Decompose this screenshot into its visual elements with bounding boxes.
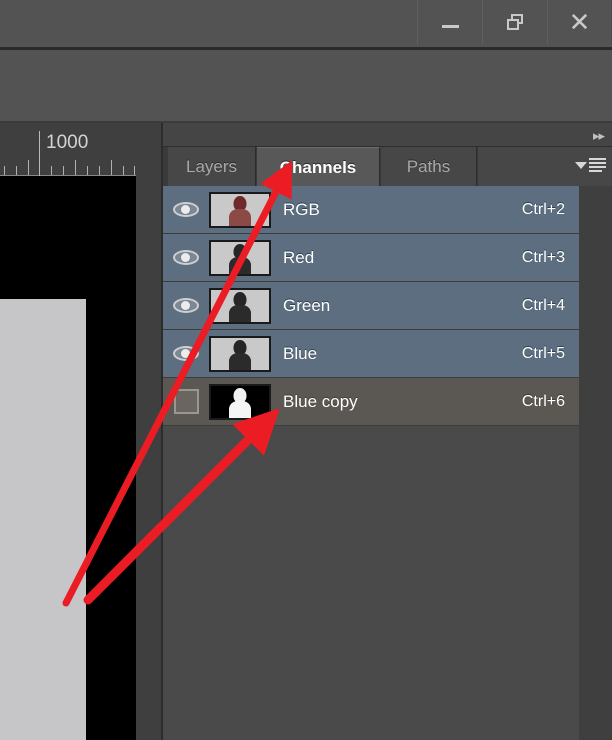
channel-shortcut: Ctrl+2 — [521, 200, 565, 218]
ruler-tick — [99, 166, 100, 175]
table-row[interactable]: Blue copy Ctrl+6 — [163, 378, 579, 426]
tab-layers[interactable]: Layers — [168, 147, 256, 187]
ruler-tick — [87, 166, 88, 175]
ruler-tick — [51, 166, 52, 175]
document-page[interactable] — [0, 299, 86, 740]
channel-visibility-toggle[interactable] — [163, 389, 209, 414]
eye-icon — [173, 298, 199, 313]
dock-top-bar: ▸▸ — [163, 123, 612, 146]
ruler-tick — [111, 160, 112, 175]
channel-name: Green — [283, 295, 331, 315]
panel-tab-strip: Layers Channels Paths — [163, 146, 612, 187]
eye-icon — [173, 202, 199, 217]
channel-visibility-toggle[interactable] — [163, 298, 209, 313]
eye-icon — [173, 346, 199, 361]
ruler-tick — [123, 166, 124, 175]
ruler-tick — [28, 160, 29, 175]
options-bar: Essentials — [0, 50, 612, 159]
ruler-major-tick — [39, 131, 40, 176]
dock-right-rail — [579, 186, 612, 740]
channel-shortcut: Ctrl+4 — [521, 296, 565, 314]
ruler-tick — [63, 166, 64, 175]
tab-paths[interactable]: Paths — [381, 147, 477, 187]
minimize-button[interactable] — [417, 0, 482, 44]
close-icon: ✕ — [568, 7, 591, 37]
ruler-label: 1000 — [46, 132, 89, 153]
channel-shortcut: Ctrl+5 — [521, 344, 565, 362]
tab-paths-label: Paths — [406, 157, 451, 176]
tab-channels[interactable]: Channels — [257, 147, 380, 187]
close-button[interactable]: ✕ — [547, 0, 612, 44]
document-gutter — [136, 123, 161, 740]
channel-thumbnail[interactable] — [209, 287, 271, 324]
document-area: 1000 — [0, 123, 163, 740]
channel-visibility-toggle[interactable] — [163, 346, 209, 361]
empty-visibility-icon — [173, 389, 199, 414]
channel-list-empty-area[interactable] — [163, 431, 579, 740]
channel-name: Red — [283, 247, 315, 267]
channel-thumbnail[interactable] — [209, 191, 271, 228]
restore-icon — [506, 14, 524, 30]
panel-dock: ▸▸ Layers Channels Paths RGB Ctrl+2 Red … — [163, 123, 612, 740]
panel-menu-icon[interactable] — [575, 158, 606, 172]
ruler-tick — [4, 166, 5, 175]
canvas-viewport[interactable] — [0, 176, 136, 740]
channel-visibility-toggle[interactable] — [163, 202, 209, 217]
channel-thumbnail[interactable] — [209, 239, 271, 276]
title-bar: ✕ — [0, 0, 612, 48]
restore-button[interactable] — [482, 0, 547, 44]
ruler-tick — [134, 166, 135, 175]
channel-name: Blue — [283, 343, 318, 363]
channels-panel-list: RGB Ctrl+2 Red Ctrl+3 Green Ctrl+4 Blue … — [163, 186, 612, 740]
table-row[interactable]: Blue Ctrl+5 — [163, 330, 579, 378]
ruler-tick — [16, 166, 17, 175]
eye-icon — [173, 250, 199, 265]
channel-thumbnail[interactable] — [209, 335, 271, 372]
horizontal-ruler[interactable]: 1000 — [0, 123, 140, 176]
channel-shortcut: Ctrl+3 — [521, 248, 565, 266]
table-row[interactable]: RGB Ctrl+2 — [163, 186, 579, 234]
window-controls: ✕ — [417, 0, 612, 44]
channel-thumbnail[interactable] — [209, 383, 271, 420]
channel-name: Blue copy — [283, 391, 358, 411]
tab-channels-label: Channels — [279, 157, 357, 177]
double-chevron-right-icon[interactable]: ▸▸ — [593, 129, 605, 142]
ruler-tick — [75, 160, 76, 175]
photoshop-window: ✕ Essentials 1000 — [0, 0, 612, 740]
channel-shortcut: Ctrl+6 — [521, 392, 565, 410]
table-row[interactable]: Red Ctrl+3 — [163, 234, 579, 282]
tab-layers-label: Layers — [185, 157, 238, 176]
minimize-icon — [441, 24, 459, 28]
channel-visibility-toggle[interactable] — [163, 250, 209, 265]
channel-name: RGB — [283, 199, 320, 219]
table-row[interactable]: Green Ctrl+4 — [163, 282, 579, 330]
